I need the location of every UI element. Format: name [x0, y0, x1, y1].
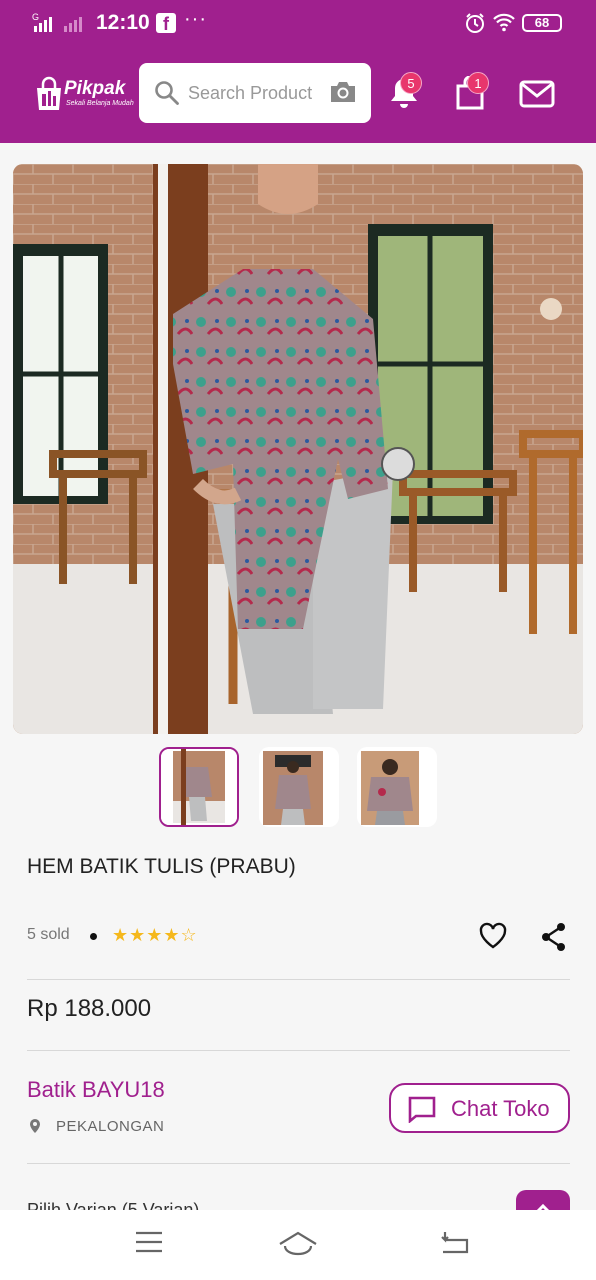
divider: [27, 979, 570, 980]
heart-icon[interactable]: [478, 922, 508, 950]
svg-text:G: G: [32, 12, 39, 22]
separator-dot: [90, 933, 97, 940]
wifi-icon: [492, 12, 516, 37]
notifications-badge: 5: [400, 72, 422, 94]
divider: [27, 1050, 570, 1051]
product-main-image[interactable]: [13, 164, 583, 734]
sold-count: 5 sold: [27, 926, 70, 943]
search-input[interactable]: [188, 75, 326, 111]
pikpak-logo[interactable]: Pikpak Sekali Belanja Mudah: [34, 74, 134, 114]
alarm-icon: [464, 12, 486, 39]
app-header: G 12:10 f ··· 68 Pikpak Sekali Belanja M…: [0, 0, 596, 143]
chat-shop-label: Chat Toko: [451, 1096, 550, 1121]
menu-icon[interactable]: [135, 1230, 163, 1254]
shopping-bag-logo-icon: [37, 76, 61, 110]
battery-indicator: 68: [522, 14, 562, 32]
camera-icon[interactable]: [329, 80, 357, 104]
product-price: Rp 188.000: [27, 995, 152, 1022]
home-icon[interactable]: [278, 1230, 318, 1256]
divider: [27, 1163, 570, 1164]
system-nav-bar: [0, 1210, 596, 1280]
rating-stars: ★★★★☆: [112, 925, 198, 945]
shop-location: PEKALONGAN: [56, 1118, 165, 1135]
thumbnail-3[interactable]: [357, 747, 437, 827]
chat-shop-button[interactable]: Chat Toko: [389, 1083, 570, 1133]
thumbnail-2[interactable]: [259, 747, 339, 827]
facebook-icon: f: [156, 13, 176, 34]
chat-bubble-icon: [408, 1096, 436, 1123]
messages-button[interactable]: [519, 80, 555, 113]
share-icon[interactable]: [540, 922, 568, 952]
signal-icon: G: [32, 12, 88, 34]
shop-name[interactable]: Batik BAYU18: [27, 1077, 165, 1103]
location-pin-icon: [30, 1119, 40, 1133]
cart-badge: 1: [467, 72, 489, 94]
back-icon[interactable]: [440, 1230, 470, 1254]
status-time: 12:10: [96, 11, 150, 34]
more-notifications-icon: ···: [184, 8, 207, 30]
logo-tagline: Sekali Belanja Mudah: [66, 100, 134, 107]
notifications-button[interactable]: 5: [388, 72, 422, 115]
thumbnail-1[interactable]: [159, 747, 239, 827]
product-title: HEM BATIK TULIS (PRABU): [27, 855, 296, 878]
logo-text: Pikpak: [64, 78, 126, 99]
cart-button[interactable]: 1: [455, 72, 489, 115]
mail-icon: [519, 80, 555, 108]
status-bar: G 12:10 f ··· 68: [0, 0, 596, 46]
search-bar[interactable]: [139, 63, 371, 123]
search-icon: [155, 81, 179, 105]
